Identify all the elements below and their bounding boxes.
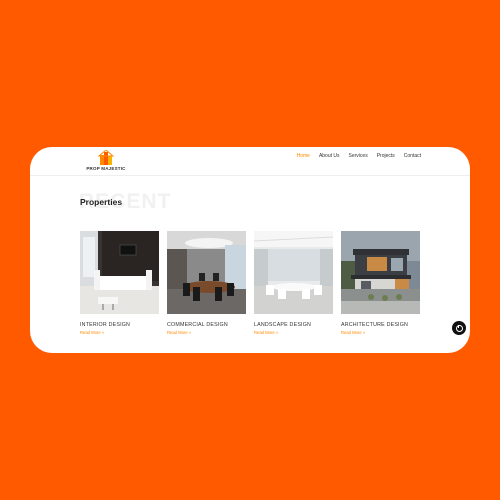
property-card-interior[interactable]: INTERIOR DESIGN Read More » (80, 231, 160, 335)
property-title[interactable]: COMMERCIAL DESIGN (167, 322, 228, 328)
property-title[interactable]: INTERIOR DESIGN (80, 322, 130, 328)
read-more-link[interactable]: Read More » (80, 330, 104, 335)
browser-frame: PROP MAJESTIC Home About Us Services Pro… (30, 147, 470, 353)
read-more-link[interactable]: Read More » (167, 330, 191, 335)
property-image-landscape[interactable] (254, 231, 333, 314)
property-image-interior[interactable] (80, 231, 159, 314)
nav-about-us[interactable]: About Us (319, 153, 340, 159)
section-title: Properties (80, 197, 123, 207)
property-card-commercial[interactable]: COMMERCIAL DESIGN Read More » (167, 231, 247, 335)
logo[interactable]: PROP MAJESTIC (86, 150, 126, 174)
property-title[interactable]: LANDSCAPE DESIGN (254, 322, 311, 328)
property-card-landscape[interactable]: LANDSCAPE DESIGN Read More » (254, 231, 334, 335)
main-nav: Home About Us Services Projects Contact (297, 153, 421, 159)
property-image-commercial[interactable] (167, 231, 246, 314)
property-card-architecture[interactable]: ARCHITECTURE DESIGN Read More » (341, 231, 421, 335)
property-title[interactable]: ARCHITECTURE DESIGN (341, 322, 408, 328)
nav-contact[interactable]: Contact (404, 153, 421, 159)
nav-services[interactable]: Services (349, 153, 368, 159)
nav-home[interactable]: Home (297, 153, 310, 159)
logo-text: PROP MAJESTIC (86, 166, 126, 171)
nav-projects[interactable]: Projects (377, 153, 395, 159)
read-more-link[interactable]: Read More » (254, 330, 278, 335)
property-image-architecture[interactable] (341, 231, 420, 314)
logo-icon (98, 150, 114, 165)
read-more-link[interactable]: Read More » (341, 330, 365, 335)
power-icon[interactable] (452, 321, 466, 335)
site-header: PROP MAJESTIC Home About Us Services Pro… (30, 147, 470, 176)
